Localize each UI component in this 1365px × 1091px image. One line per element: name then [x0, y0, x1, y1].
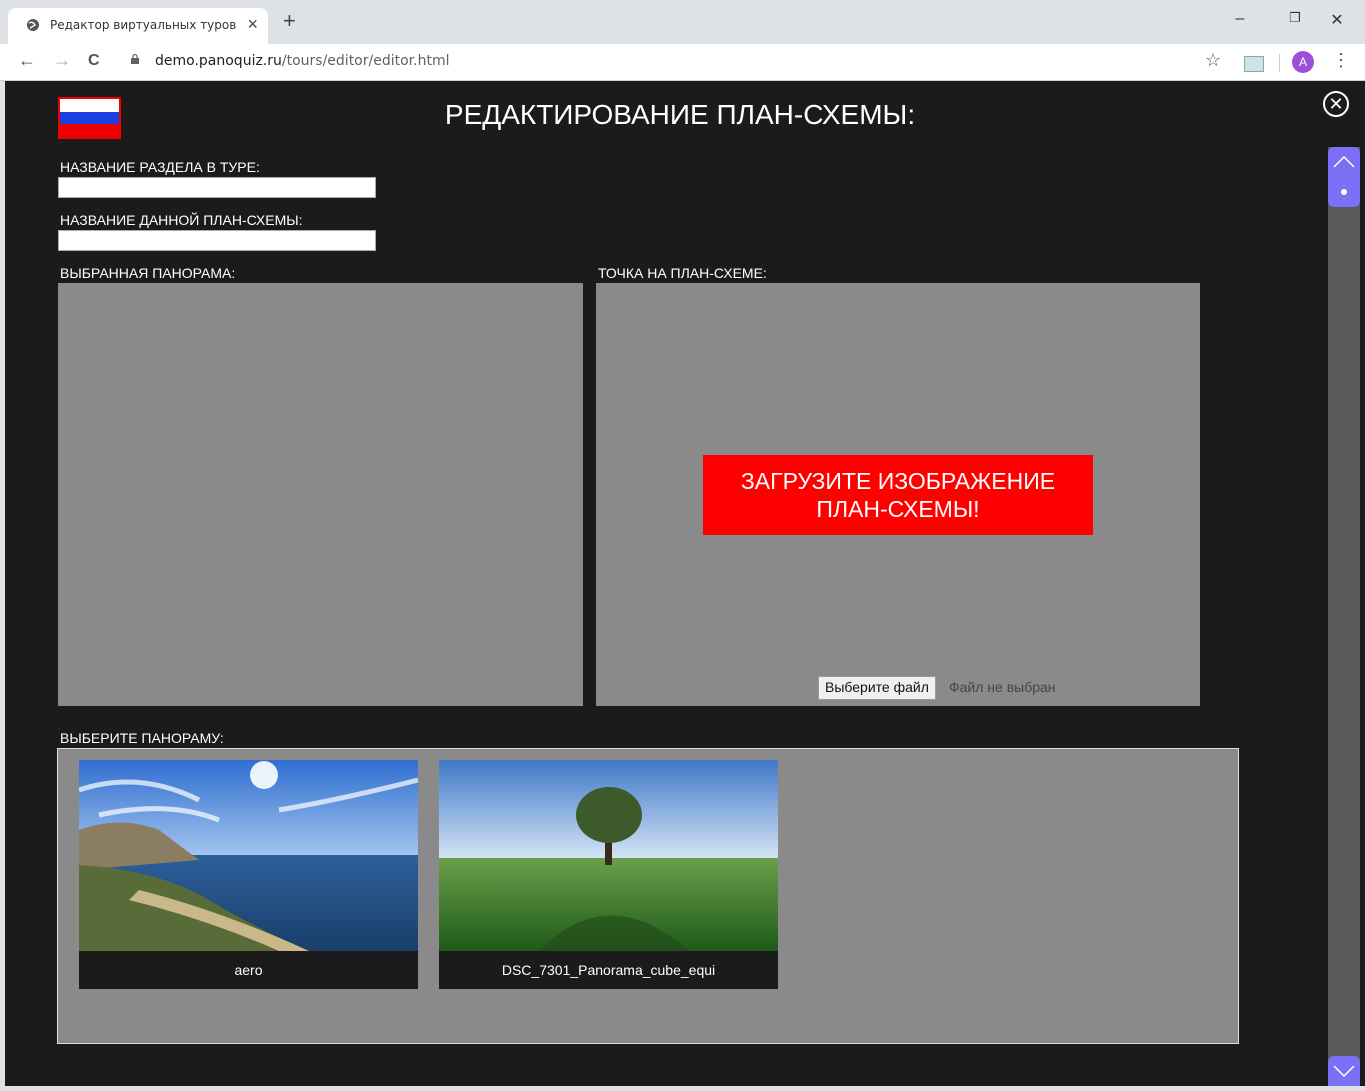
file-status-text: Файл не выбран — [949, 679, 1056, 695]
address-bar[interactable]: demo.panoquiz.ru/tours/editor/editor.htm… — [155, 53, 449, 69]
choose-panorama-label: ВЫБЕРИТЕ ПАНОРАМУ: — [60, 730, 224, 746]
dot-icon — [1341, 189, 1347, 195]
minimize-button[interactable]: – — [1230, 10, 1250, 28]
browser-tabstrip: Редактор виртуальных туров × + – ❐ ✕ — [0, 0, 1365, 44]
section-name-label: НАЗВАНИЕ РАЗДЕЛА В ТУРЕ: — [60, 159, 260, 175]
upload-message-line1: ЗАГРУЗИТЕ ИЗОБРАЖЕНИЕ — [740, 468, 1056, 494]
restore-button[interactable]: ❐ — [1285, 10, 1305, 26]
panorama-name: aero — [234, 962, 263, 978]
section-name-input[interactable] — [58, 177, 376, 198]
upload-message-line2: ПЛАН-СХЕМЫ! — [816, 496, 980, 522]
browser-menu-icon[interactable]: ⋮ — [1332, 50, 1350, 71]
selected-panorama-panel — [58, 283, 583, 706]
scrollbar-thumb[interactable] — [1328, 177, 1360, 207]
panorama-card-aero[interactable]: aero — [79, 760, 418, 989]
extension-icon[interactable] — [1244, 56, 1264, 72]
bookmark-star-icon[interactable]: ☆ — [1205, 50, 1221, 71]
selected-panorama-label: ВЫБРАННАЯ ПАНОРАМА: — [60, 265, 236, 281]
aero-panorama-thumbnail — [79, 760, 418, 951]
url-path: /tours/editor/editor.html — [281, 53, 450, 69]
new-tab-button[interactable]: + — [283, 10, 296, 32]
back-button[interactable]: ← — [18, 50, 36, 71]
plan-scheme-panel[interactable]: ЗАГРУЗИТЕ ИЗОБРАЖЕНИЕ ПЛАН-СХЕМЫ! Выбери… — [596, 283, 1200, 706]
plan-name-label: НАЗВАНИЕ ДАННОЙ ПЛАН-СХЕМЫ: — [60, 212, 303, 228]
upload-plan-message: ЗАГРУЗИТЕ ИЗОБРАЖЕНИЕ ПЛАН-СХЕМЫ! — [703, 455, 1093, 535]
window-close-button[interactable]: ✕ — [1327, 10, 1347, 30]
chevron-up-icon — [1333, 155, 1355, 168]
plan-name-input[interactable] — [58, 230, 376, 251]
editor-page: РЕДАКТИРОВАНИЕ ПЛАН-СХЕМЫ: ✕ НАЗВАНИЕ РА… — [5, 81, 1365, 1086]
reload-button[interactable]: C — [88, 52, 100, 70]
tab-close-icon[interactable]: × — [247, 14, 258, 35]
panorama-name: DSC_7301_Panorama_cube_equi — [501, 962, 716, 978]
tree-panorama-thumbnail — [439, 760, 778, 951]
browser-tab[interactable]: Редактор виртуальных туров × — [8, 8, 268, 44]
close-circle-icon[interactable]: ✕ — [1323, 91, 1349, 117]
scroll-up-button[interactable] — [1328, 147, 1360, 177]
choose-file-button[interactable]: Выберите файл — [818, 676, 936, 700]
chevron-down-icon — [1333, 1065, 1355, 1078]
panorama-gallery: aero DSC_7301_Panorama_cube_equi — [57, 748, 1239, 1044]
plan-point-label: ТОЧКА НА ПЛАН-СХЕМЕ: — [598, 265, 767, 281]
toolbar-separator — [1279, 54, 1280, 72]
browser-toolbar: ← → C demo.panoquiz.ru/tours/editor/edit… — [0, 44, 1365, 81]
forward-button[interactable]: → — [53, 50, 71, 71]
lock-icon — [131, 54, 139, 64]
tab-title: Редактор виртуальных туров — [50, 18, 237, 32]
globe-icon — [27, 19, 39, 31]
url-host: demo.panoquiz.ru — [155, 53, 282, 69]
scrollbar-track[interactable] — [1328, 147, 1360, 1086]
profile-avatar[interactable]: A — [1292, 51, 1314, 73]
panorama-card-dsc[interactable]: DSC_7301_Panorama_cube_equi — [439, 760, 778, 989]
scroll-down-button[interactable] — [1328, 1056, 1360, 1086]
page-title: РЕДАКТИРОВАНИЕ ПЛАН-СХЕМЫ: — [444, 99, 916, 130]
